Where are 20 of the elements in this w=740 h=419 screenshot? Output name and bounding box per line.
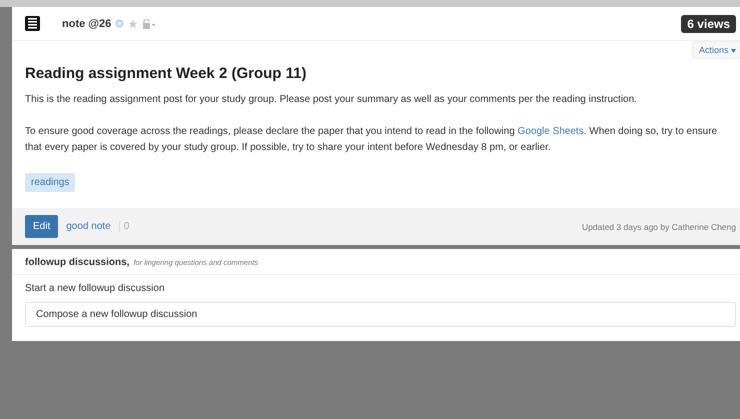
actions-button[interactable]: Actions: [692, 41, 740, 59]
tag[interactable]: readings: [25, 173, 76, 192]
note-paragraph: This is the reading assignment post for your study group. Please post your summary as well as your comments per the reading instruction.: [25, 93, 638, 107]
star-icon[interactable]: [128, 18, 138, 28]
views-badge: 6 views: [681, 14, 736, 32]
info-icon[interactable]: [115, 19, 124, 28]
note-title: Reading assignment Week 2 (Group 11): [25, 65, 308, 82]
caret-icon: [731, 49, 736, 53]
sheets-link[interactable]: Google Sheets: [518, 126, 584, 137]
edit-button[interactable]: Edit: [25, 215, 58, 238]
updated-text: Updated 3 days ago by Catherine Cheng: [582, 222, 736, 232]
compose-field[interactable]: Compose a new followup discussion: [25, 302, 736, 327]
note-label: note @26: [62, 18, 112, 30]
start-label: Start a new followup discussion: [25, 283, 166, 294]
good-note-count: 0: [118, 221, 130, 232]
lock-icon[interactable]: [142, 18, 156, 28]
good-note-link[interactable]: good note: [66, 221, 111, 232]
menu-icon[interactable]: [25, 16, 40, 31]
note-paragraph: To ensure good coverage across the readings, please declare the paper that you intend to read in the following Google Sheets. When doing so, try to ensure that every paper is covered by your study group. If possible, try to share your intent before Wednesday 8 pm, or earlier.: [25, 125, 718, 155]
followup-title: followup discussions,: [25, 257, 130, 268]
